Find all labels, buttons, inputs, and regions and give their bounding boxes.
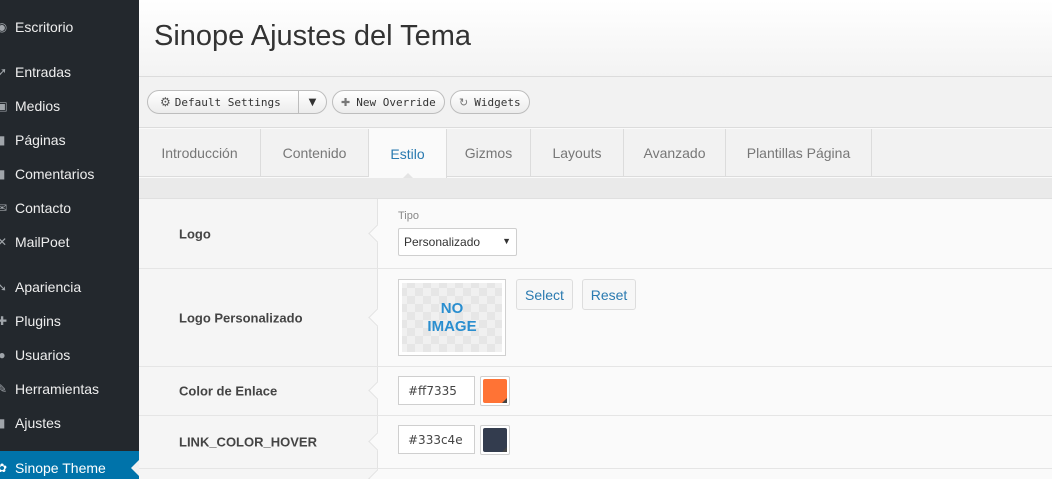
tab-introduccion[interactable]: Introducción (139, 129, 261, 177)
page-header: Sinope Ajustes del Tema (139, 0, 1052, 77)
sidebar-item-usuarios[interactable]: ● Usuarios (0, 338, 139, 372)
media-icon: ▣ (0, 99, 8, 113)
logo-type-value: Personalizado (404, 235, 481, 249)
sidebar-item-label: Escritorio (15, 19, 74, 35)
dashboard-icon: ◉ (0, 20, 8, 34)
custom-logo-row: Logo Personalizado NO IMAGE Select Reset (139, 269, 1052, 367)
sidebar-item-escritorio[interactable]: ◉ Escritorio (0, 10, 139, 44)
sidebar-item-label: Contacto (15, 200, 72, 216)
color-swatch-fill (483, 428, 507, 452)
tab-subheader (139, 178, 1052, 199)
link-color-field-cell: #ff7335 (379, 367, 1052, 415)
link-hover-color-swatch[interactable] (480, 425, 510, 455)
tools-icon: ✎ (0, 382, 8, 396)
sidebar-item-herramientas[interactable]: ✎ Herramientas (0, 372, 139, 406)
sidebar-item-label: Ajustes (15, 415, 61, 431)
logo-label-cell: Logo (139, 199, 378, 268)
chevron-down-icon[interactable]: ▼ (298, 91, 326, 113)
row-label: Logo Personalizado (179, 310, 303, 325)
sidebar-item-label: Comentarios (15, 166, 95, 182)
row-label: Logo (179, 226, 211, 241)
link-color-input[interactable]: #ff7335 (398, 376, 475, 405)
new-override-label: New Override (356, 95, 436, 109)
tab-contenido[interactable]: Contenido (261, 129, 369, 177)
new-override-button[interactable]: ✚ New Override (332, 90, 445, 114)
sidebar-item-label: Sinope Theme (15, 460, 106, 476)
sidebar-item-medios[interactable]: ▣ Medios (0, 89, 139, 123)
sidebar-item-label: Apariencia (15, 279, 82, 295)
brush-icon: ➘ (0, 280, 8, 294)
settings-tabs: Introducción Contenido Estilo Gizmos Lay… (139, 129, 1052, 179)
tab-gizmos[interactable]: Gizmos (447, 129, 531, 177)
custom-logo-label-cell: Logo Personalizado (139, 269, 378, 366)
widgets-label: Widgets (474, 95, 521, 109)
theme-icon: ✿ (0, 461, 8, 475)
tab-avanzado[interactable]: Avanzado (624, 129, 726, 177)
tab-plantillas-pagina[interactable]: Plantillas Página (726, 129, 872, 177)
link-color-label-cell: Color de Enlace (139, 367, 378, 415)
logo-preview-placeholder: NO IMAGE (398, 279, 506, 356)
sidebar-item-label: Herramientas (15, 381, 100, 397)
theme-settings-panel: Sinope Ajustes del Tema ⚙ Default Settin… (139, 0, 1052, 479)
link-color-row: Color de Enlace #ff7335 (139, 367, 1052, 416)
color-swatch-fill (483, 379, 507, 403)
settings-profile-select[interactable]: ⚙ Default Settings ▼ (147, 90, 327, 114)
widgets-button[interactable]: ↻ Widgets (450, 90, 530, 114)
sidebar-item-entradas[interactable]: ➚ Entradas (0, 55, 139, 89)
refresh-icon: ↻ (459, 95, 469, 109)
tab-estilo[interactable]: Estilo (369, 129, 447, 179)
sidebar-item-plugins[interactable]: ✚ Plugins (0, 304, 139, 338)
link-hover-field-cell: #333c4e (379, 416, 1052, 468)
users-icon: ● (0, 348, 6, 362)
settings-icon: ▮ (0, 416, 6, 430)
logo-field-cell: Tipo Personalizado ▼ (379, 199, 1052, 268)
next-field-cell (379, 469, 1052, 479)
sidebar-item-ajustes[interactable]: ▮ Ajustes (0, 406, 139, 440)
sidebar-item-label: Páginas (15, 132, 66, 148)
row-label: Color de Enlace (179, 383, 278, 399)
pages-icon: ▮ (0, 133, 6, 147)
settings-toolbar: ⚙ Default Settings ▼ ✚ New Override ↻ Wi… (139, 77, 1052, 128)
select-image-button[interactable]: Select (516, 279, 573, 310)
link-hover-color-input[interactable]: #333c4e (398, 425, 475, 454)
sidebar-item-paginas[interactable]: ▮ Páginas (0, 123, 139, 157)
sidebar-item-label: MailPoet (15, 234, 70, 250)
mail-icon: ✉ (0, 201, 8, 215)
plus-icon: ✚ (341, 95, 351, 109)
next-label-cell (139, 469, 378, 479)
logo-type-select[interactable]: Personalizado ▼ (398, 228, 517, 256)
tipo-label: Tipo (398, 210, 419, 222)
sidebar-item-label: Usuarios (15, 347, 71, 363)
mailpoet-icon: ✕ (0, 235, 8, 249)
sidebar-item-sinope-theme[interactable]: ✿ Sinope Theme (0, 451, 139, 479)
gear-icon: ⚙ (160, 95, 171, 109)
no-image-text-line1: NO (440, 299, 464, 317)
sidebar-item-mailpoet[interactable]: ✕ MailPoet (0, 225, 139, 259)
link-color-swatch[interactable] (480, 376, 510, 406)
row-label: LINK_COLOR_HOVER (179, 434, 317, 450)
reset-image-button[interactable]: Reset (582, 279, 636, 310)
plug-icon: ✚ (0, 314, 8, 328)
link-hover-label-cell: LINK_COLOR_HOVER (139, 416, 378, 468)
link-hover-color-row: LINK_COLOR_HOVER #333c4e (139, 416, 1052, 469)
sidebar-item-comentarios[interactable]: ▮ Comentarios (0, 157, 139, 191)
custom-logo-field-cell: NO IMAGE Select Reset (379, 269, 1052, 366)
tab-layouts[interactable]: Layouts (531, 129, 624, 177)
next-settings-row (139, 469, 1052, 479)
logo-row: Logo Tipo Personalizado ▼ (139, 199, 1052, 269)
caret-down-icon: ▼ (502, 236, 511, 246)
sidebar-item-apariencia[interactable]: ➘ Apariencia (0, 270, 139, 304)
page-title: Sinope Ajustes del Tema (154, 20, 472, 52)
sidebar-item-label: Entradas (15, 64, 72, 80)
comments-icon: ▮ (0, 167, 6, 181)
admin-sidebar: ◉ Escritorio ➚ Entradas ▣ Medios ▮ Páginas ▮… (0, 0, 139, 479)
sidebar-item-label: Plugins (15, 313, 61, 329)
no-image-text-line2: IMAGE (427, 317, 477, 335)
settings-profile-value: Default Settings (174, 95, 281, 109)
sidebar-item-label: Medios (15, 98, 61, 114)
pin-icon: ➚ (0, 65, 8, 79)
sidebar-item-contacto[interactable]: ✉ Contacto (0, 191, 139, 225)
